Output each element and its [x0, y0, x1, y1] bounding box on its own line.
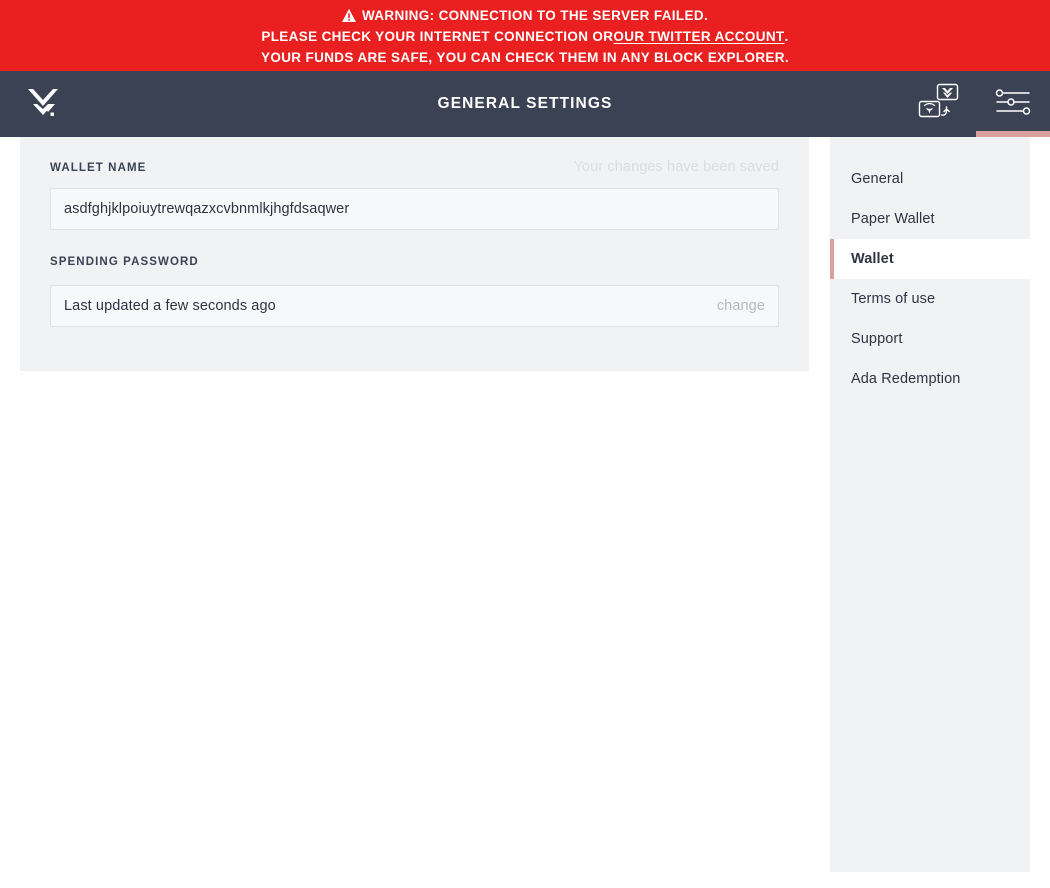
settings-menu-item-ada-redemption[interactable]: Ada Redemption [830, 359, 1030, 399]
warning-line-1: Warning: Connection to the server failed… [341, 5, 709, 26]
spending-password-label: Spending password [50, 256, 199, 268]
settings-menu-item-terms-of-use[interactable]: Terms of use [830, 279, 1030, 319]
spending-password-header: Spending password [50, 256, 779, 276]
warning-text-2-after: . [784, 29, 789, 44]
settings-menu-item-paper-wallet[interactable]: Paper Wallet [830, 199, 1030, 239]
change-password-link[interactable]: change [717, 298, 765, 314]
wallet-switch-icon [917, 82, 961, 127]
settings-menu: General Paper Wallet Wallet Terms of use… [830, 137, 1030, 872]
warning-text-1: Warning: Connection to the server failed… [361, 8, 709, 23]
settings-menu-item-label: Ada Redemption [851, 371, 961, 387]
warning-line-2: Please check your internet connection or… [261, 26, 788, 47]
spending-password-group: Spending password Last updated a few sec… [50, 256, 779, 327]
settings-menu-item-support[interactable]: Support [830, 319, 1030, 359]
settings-menu-item-label: Terms of use [851, 291, 936, 307]
top-bar-actions [902, 71, 1050, 137]
wallet-name-header: Wallet name Your changes have been saved [50, 159, 779, 179]
spending-password-row[interactable]: Last updated a few seconds ago change [50, 285, 779, 327]
page-title: General Settings [437, 95, 613, 112]
settings-menu-item-label: Wallet [851, 251, 894, 267]
settings-menu-item-general[interactable]: General [830, 159, 1030, 199]
wallet-name-input[interactable] [50, 188, 779, 230]
top-bar: General Settings [0, 71, 1050, 137]
warning-text-3: Your funds are safe, you can check them … [261, 50, 789, 65]
settings-menu-item-label: Paper Wallet [851, 211, 935, 227]
spending-password-status: Last updated a few seconds ago [64, 298, 276, 314]
system-warning-banner: Warning: Connection to the server failed… [0, 0, 1050, 71]
settings-sliders-icon [993, 87, 1033, 122]
wallet-name-label: Wallet name [50, 162, 147, 174]
warning-text-2-before: Please check your internet connection or [261, 29, 614, 44]
warning-triangle-icon [341, 9, 356, 22]
twitter-account-link[interactable]: our Twitter account [613, 26, 784, 47]
warning-line-3: Your funds are safe, you can check them … [261, 47, 789, 68]
page-body: Wallet name Your changes have been saved… [0, 137, 1050, 888]
settings-menu-item-wallet[interactable]: Wallet [830, 239, 1030, 279]
settings-menu-item-label: Support [851, 331, 903, 347]
daedalus-logo-icon[interactable] [24, 85, 62, 123]
settings-button[interactable] [976, 71, 1050, 137]
save-status-message: Your changes have been saved [573, 159, 779, 175]
wallet-settings-pane: Wallet name Your changes have been saved… [20, 137, 809, 371]
settings-menu-item-label: General [851, 171, 904, 187]
wallet-switch-button[interactable] [902, 71, 976, 137]
